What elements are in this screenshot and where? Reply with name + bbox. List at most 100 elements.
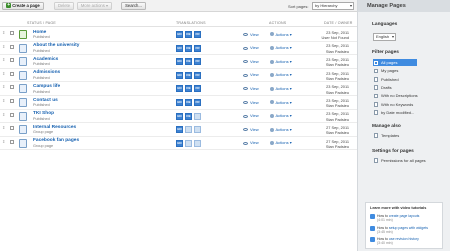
reorder-handle-icon[interactable]: ⇕ (2, 57, 5, 62)
view-link[interactable]: View (243, 140, 259, 145)
translation-badge[interactable]: EN (176, 31, 183, 38)
translation-badge[interactable]: DE (185, 31, 192, 38)
translation-badge[interactable]: FR (194, 99, 201, 106)
reorder-handle-icon[interactable]: ⇕ (2, 125, 5, 130)
translation-badge[interactable] (194, 112, 201, 120)
view-link[interactable]: View (243, 32, 259, 37)
table-row[interactable]: ⇕ Facebook fan pages Group page EN View Actio… (0, 137, 357, 151)
actions-dropdown[interactable]: Actions ▾ (270, 32, 292, 37)
page-title-link[interactable]: Academics (33, 57, 58, 62)
translation-badge[interactable]: DE (185, 44, 192, 52)
translation-badge[interactable]: EN (176, 99, 183, 106)
view-link[interactable]: View (243, 86, 259, 91)
row-date: 23 Sep, 2011 (326, 56, 349, 62)
actions-dropdown[interactable]: Actions ▾ (270, 140, 292, 145)
row-checkbox[interactable] (10, 126, 14, 131)
row-checkbox[interactable] (10, 139, 14, 144)
search-button[interactable]: Search... (121, 2, 146, 10)
actions-dropdown[interactable]: Actions ▾ (270, 45, 292, 50)
translation-badge[interactable]: EN (176, 139, 183, 147)
more-actions-button[interactable]: More actions ▾ (77, 2, 112, 10)
reorder-handle-icon[interactable]: ⇕ (2, 44, 5, 49)
video-link[interactable]: setup pages with widgets (389, 226, 428, 230)
reorder-handle-icon[interactable]: ⇕ (2, 98, 5, 103)
translation-badge[interactable] (194, 139, 201, 147)
actions-dropdown[interactable]: Actions ▾ (270, 72, 292, 77)
page-title-link[interactable]: Admissions (33, 70, 60, 75)
translation-badge[interactable]: EN (176, 112, 183, 120)
view-link[interactable]: View (243, 113, 259, 118)
page-title-link[interactable]: Campus life (33, 84, 60, 89)
sort-select[interactable]: by Hierarchy ▾ (312, 2, 354, 10)
actions-dropdown[interactable]: Actions ▾ (270, 113, 292, 118)
page-title-link[interactable]: TKI Shop (33, 111, 54, 116)
table-row[interactable]: ⇕ About the university Published EN DE FR View… (0, 42, 357, 56)
table-row[interactable]: ⇕ TKI Shop Published EN DE View Actions ▾ 23 Se… (0, 110, 357, 124)
reorder-handle-icon[interactable]: ⇕ (2, 139, 5, 144)
translation-badge[interactable]: FR (194, 71, 201, 79)
templates-link[interactable]: Templates (373, 133, 399, 138)
row-checkbox[interactable] (10, 112, 14, 117)
translation-badge[interactable]: EN (176, 85, 183, 93)
page-title-link[interactable]: About the university (33, 43, 79, 48)
page-title-link[interactable]: Internal Resources (33, 125, 76, 130)
row-checkbox[interactable] (10, 85, 14, 90)
reorder-handle-icon[interactable]: ⇕ (2, 84, 5, 89)
translation-badge[interactable]: FR (194, 44, 201, 52)
table-row[interactable]: ⇕ Admissions Published EN DE FR View Actions ▾ 2… (0, 69, 357, 83)
video-link[interactable]: use revision history (389, 237, 419, 241)
translation-badge[interactable]: EN (176, 126, 183, 134)
filter-item[interactable]: With no Keywords (373, 101, 417, 108)
translation-badge[interactable]: EN (176, 44, 183, 52)
actions-dropdown[interactable]: Actions ▾ (270, 100, 292, 105)
row-checkbox[interactable] (10, 99, 14, 103)
actions-dropdown[interactable]: Actions ▾ (270, 59, 292, 64)
filter-item[interactable]: by Date modified... (373, 109, 417, 116)
language-select[interactable]: English ▾ (373, 33, 396, 41)
row-checkbox[interactable] (10, 71, 14, 76)
permissions-link[interactable]: Permissions for all pages (373, 158, 426, 163)
table-row[interactable]: ⇕ Campus life Published EN DE FR View Actions ▾… (0, 82, 357, 96)
view-link[interactable]: View (243, 127, 259, 132)
video-link[interactable]: create page layouts (389, 214, 420, 218)
translation-badge[interactable]: DE (185, 112, 192, 120)
view-link[interactable]: View (243, 45, 259, 50)
translation-badge[interactable] (185, 126, 192, 134)
row-checkbox[interactable] (10, 44, 14, 49)
filter-item[interactable]: All pages (373, 59, 417, 67)
row-checkbox[interactable] (10, 31, 14, 35)
translation-badge[interactable]: DE (185, 58, 192, 66)
translation-badge[interactable] (185, 139, 192, 147)
reorder-handle-icon[interactable]: ⇕ (2, 71, 5, 76)
delete-button[interactable]: Delete (54, 2, 74, 10)
view-link[interactable]: View (243, 59, 259, 64)
row-checkbox[interactable] (10, 58, 14, 63)
filter-item[interactable]: Published (373, 76, 417, 83)
table-row[interactable]: ⇕ Home Published EN DE FR View Actions ▾ 23 Sep,… (0, 28, 357, 42)
translation-badge[interactable]: FR (194, 58, 201, 66)
table-row[interactable]: ⇕ Contact us Published EN DE FR View Actions ▾ 2… (0, 96, 357, 110)
view-link[interactable]: View (243, 72, 259, 77)
reorder-handle-icon[interactable]: ⇕ (2, 112, 5, 117)
actions-dropdown[interactable]: Actions ▾ (270, 86, 292, 91)
filter-item[interactable]: My pages (373, 67, 417, 74)
actions-dropdown[interactable]: Actions ▾ (270, 127, 292, 132)
translation-badge[interactable]: EN (176, 71, 183, 79)
translation-badge[interactable]: DE (185, 99, 192, 106)
reorder-handle-icon[interactable]: ⇕ (2, 30, 5, 35)
translation-badge[interactable]: DE (185, 71, 192, 79)
translation-badge[interactable]: FR (194, 85, 201, 93)
table-row[interactable]: ⇕ Academics Published EN DE FR View Actions ▾ 23… (0, 55, 357, 69)
filter-item[interactable]: With no Descriptions (373, 92, 418, 99)
view-link[interactable]: View (243, 100, 259, 105)
create-page-button[interactable]: + Create a page (2, 2, 44, 10)
filter-item[interactable]: Drafts (373, 84, 417, 91)
translation-badge[interactable]: FR (194, 31, 201, 38)
table-row[interactable]: ⇕ Internal Resources Group page EN View Actio… (0, 123, 357, 137)
page-title-link[interactable]: Facebook fan pages (33, 138, 79, 143)
page-title-link[interactable]: Home (33, 30, 46, 35)
translation-badge[interactable] (194, 126, 201, 134)
page-title-link[interactable]: Contact us (33, 98, 58, 103)
translation-badge[interactable]: DE (185, 85, 192, 93)
translation-badge[interactable]: EN (176, 58, 183, 66)
